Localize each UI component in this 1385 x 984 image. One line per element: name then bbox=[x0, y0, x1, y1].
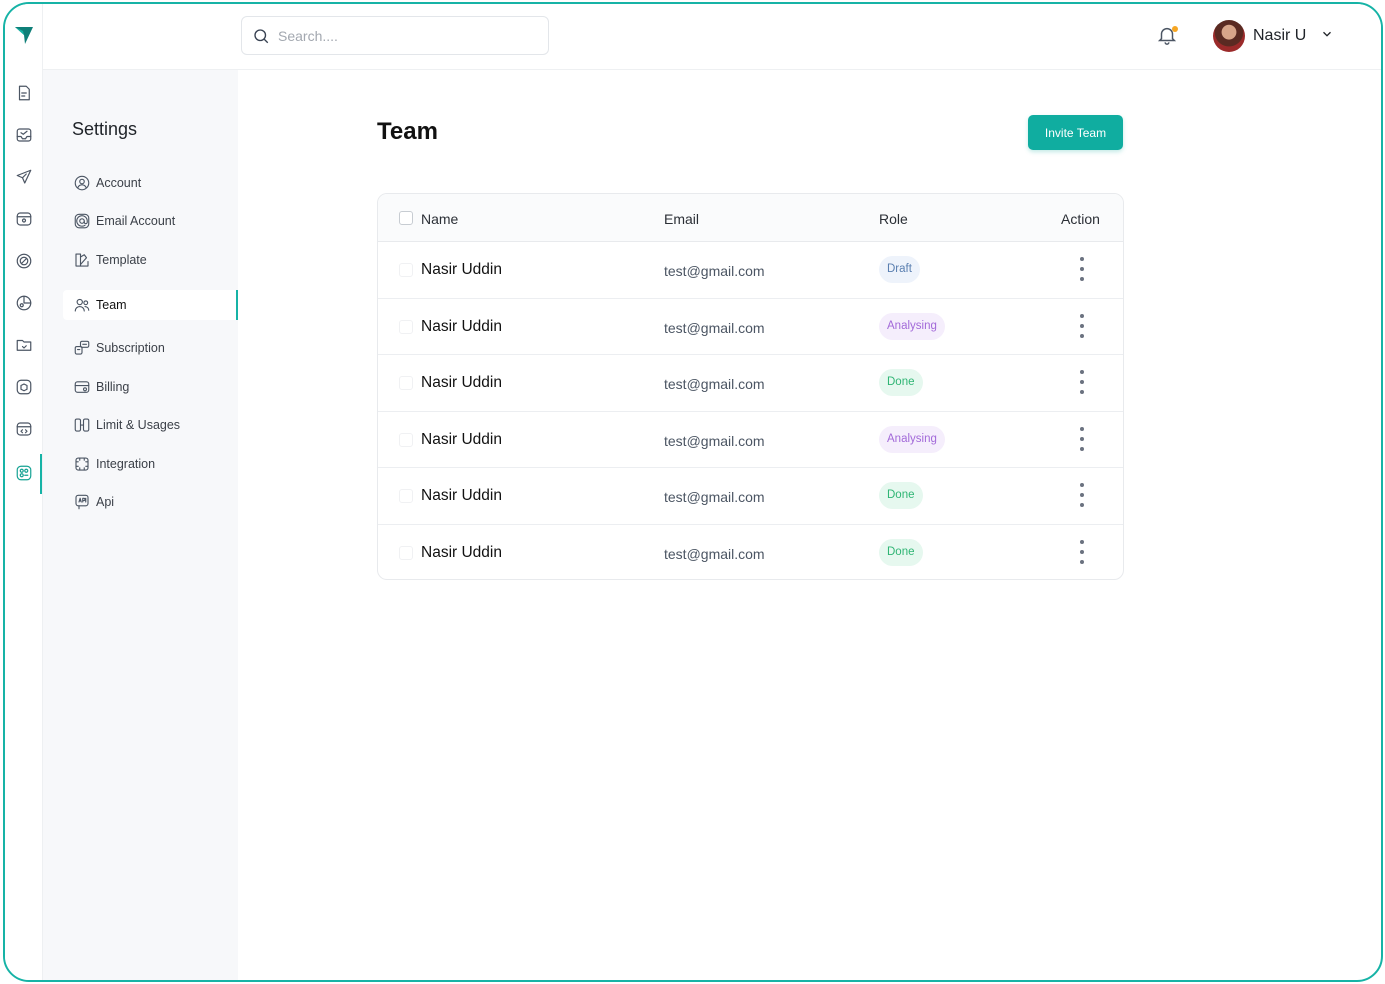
more-actions-icon[interactable] bbox=[1075, 255, 1089, 283]
top-bar: Nasir U bbox=[43, 4, 1381, 70]
table-row[interactable]: Nasir Uddin test@gmail.com Done bbox=[378, 468, 1123, 525]
at-sign-icon bbox=[74, 213, 90, 229]
document-icon[interactable] bbox=[13, 82, 35, 104]
folder-icon[interactable] bbox=[13, 334, 35, 356]
table-header: Name Email Role Action bbox=[378, 194, 1123, 242]
row-checkbox[interactable] bbox=[399, 319, 413, 334]
row-checkbox[interactable] bbox=[399, 376, 413, 390]
credit-card-icon bbox=[74, 381, 90, 393]
api-icon bbox=[75, 494, 89, 510]
search-input[interactable] bbox=[278, 27, 528, 44]
notification-dot bbox=[1172, 26, 1178, 32]
settings-item-label: Team bbox=[96, 298, 127, 312]
settings-title: Settings bbox=[72, 119, 138, 139]
member-email: test@gmail.com bbox=[664, 319, 765, 336]
settings-item-template[interactable]: Template bbox=[63, 245, 238, 275]
settings-item-label: Limit & Usages bbox=[96, 418, 181, 432]
user-menu[interactable]: Nasir U bbox=[1213, 19, 1334, 53]
limit-icon bbox=[74, 418, 90, 432]
role-badge: Done bbox=[879, 482, 923, 509]
page-title: Team bbox=[377, 118, 438, 145]
member-name: Nasir Uddin bbox=[421, 317, 502, 335]
settings-item-limit-usages[interactable]: Limit & Usages bbox=[63, 410, 238, 440]
role-badge: Analysing bbox=[879, 425, 945, 453]
app-window: Nasir U Settings Account Email Account T… bbox=[3, 2, 1383, 982]
user-circle-icon bbox=[74, 175, 90, 191]
row-checkbox[interactable] bbox=[399, 489, 413, 503]
analytics-icon[interactable] bbox=[13, 292, 35, 314]
member-email: test@gmail.com bbox=[664, 263, 765, 279]
template-icon bbox=[75, 253, 89, 267]
settings-apps-icon[interactable] bbox=[13, 462, 35, 484]
header-role[interactable]: Role bbox=[879, 211, 908, 227]
settings-item-subscription[interactable]: Subscription bbox=[63, 333, 238, 363]
target-icon[interactable] bbox=[13, 250, 35, 272]
header-action: Action bbox=[1061, 211, 1100, 227]
table-row[interactable]: Nasir Uddin test@gmail.com Done bbox=[378, 355, 1123, 412]
settings-item-account[interactable]: Account bbox=[63, 168, 238, 198]
header-email[interactable]: Email bbox=[664, 211, 699, 227]
settings-item-integration[interactable]: Integration bbox=[63, 449, 238, 479]
settings-active-indicator bbox=[236, 290, 238, 320]
settings-item-label: Template bbox=[96, 253, 147, 267]
invite-team-button[interactable]: Invite Team bbox=[1028, 115, 1123, 150]
role-badge: Analysing bbox=[879, 312, 945, 340]
member-name: Nasir Uddin bbox=[421, 261, 502, 278]
settings-item-billing[interactable]: Billing bbox=[63, 372, 238, 402]
table-row[interactable]: Nasir Uddin test@gmail.com Analysing bbox=[378, 299, 1123, 355]
more-actions-icon[interactable] bbox=[1075, 312, 1089, 340]
settings-item-label: Api bbox=[96, 495, 115, 509]
users-icon bbox=[74, 298, 90, 312]
table-row[interactable]: Nasir Uddin test@gmail.com Draft bbox=[378, 242, 1123, 299]
team-table: Name Email Role Action Nasir Uddin test@… bbox=[377, 193, 1124, 580]
user-name: Nasir U bbox=[1253, 27, 1307, 44]
code-icon[interactable] bbox=[13, 418, 35, 440]
role-badge: Done bbox=[879, 369, 923, 396]
select-all-checkbox[interactable] bbox=[399, 211, 413, 225]
settings-item-label: Account bbox=[96, 176, 142, 190]
more-actions-icon[interactable] bbox=[1075, 481, 1089, 509]
row-checkbox[interactable] bbox=[399, 432, 413, 447]
member-name: Nasir Uddin bbox=[421, 543, 502, 561]
table-row[interactable]: Nasir Uddin test@gmail.com Analysing bbox=[378, 412, 1123, 468]
settings-item-label: Subscription bbox=[96, 341, 165, 355]
settings-item-label: Email Account bbox=[96, 214, 176, 228]
settings-item-label: Billing bbox=[96, 380, 130, 394]
settings-item-api[interactable]: Api bbox=[63, 487, 238, 517]
member-email: test@gmail.com bbox=[664, 432, 765, 449]
more-actions-icon[interactable] bbox=[1075, 425, 1089, 453]
logo-icon[interactable] bbox=[13, 24, 35, 46]
table-row[interactable]: Nasir Uddin test@gmail.com Done bbox=[378, 525, 1123, 580]
member-name: Nasir Uddin bbox=[421, 487, 502, 504]
role-badge: Draft bbox=[879, 256, 920, 283]
avatar bbox=[1213, 20, 1245, 52]
archive-icon[interactable] bbox=[13, 208, 35, 230]
send-icon[interactable] bbox=[13, 166, 35, 188]
more-actions-icon[interactable] bbox=[1075, 538, 1089, 566]
box-icon[interactable] bbox=[13, 376, 35, 398]
settings-item-team[interactable]: Team bbox=[63, 290, 238, 320]
header-name[interactable]: Name bbox=[421, 211, 458, 227]
member-email: test@gmail.com bbox=[664, 545, 765, 562]
settings-item-email-account[interactable]: Email Account bbox=[63, 206, 238, 236]
member-email: test@gmail.com bbox=[664, 489, 765, 505]
inbox-icon[interactable] bbox=[13, 124, 35, 146]
rail-active-indicator bbox=[40, 454, 42, 494]
icon-rail bbox=[5, 4, 43, 980]
more-actions-icon[interactable] bbox=[1075, 368, 1089, 396]
row-checkbox[interactable] bbox=[399, 545, 413, 560]
settings-item-label: Integration bbox=[96, 457, 156, 471]
integration-icon bbox=[75, 457, 89, 471]
subscription-icon bbox=[74, 340, 90, 355]
chevron-down-icon[interactable] bbox=[1320, 27, 1334, 46]
search-box[interactable] bbox=[241, 16, 549, 55]
role-badge: Done bbox=[879, 538, 923, 566]
search-icon bbox=[254, 28, 269, 43]
notification-bell-icon[interactable] bbox=[1156, 24, 1182, 50]
member-name: Nasir Uddin bbox=[421, 374, 502, 391]
row-checkbox[interactable] bbox=[399, 263, 413, 277]
member-name: Nasir Uddin bbox=[421, 430, 502, 448]
settings-sidebar: Settings Account Email Account Template … bbox=[43, 70, 238, 980]
member-email: test@gmail.com bbox=[664, 376, 765, 392]
